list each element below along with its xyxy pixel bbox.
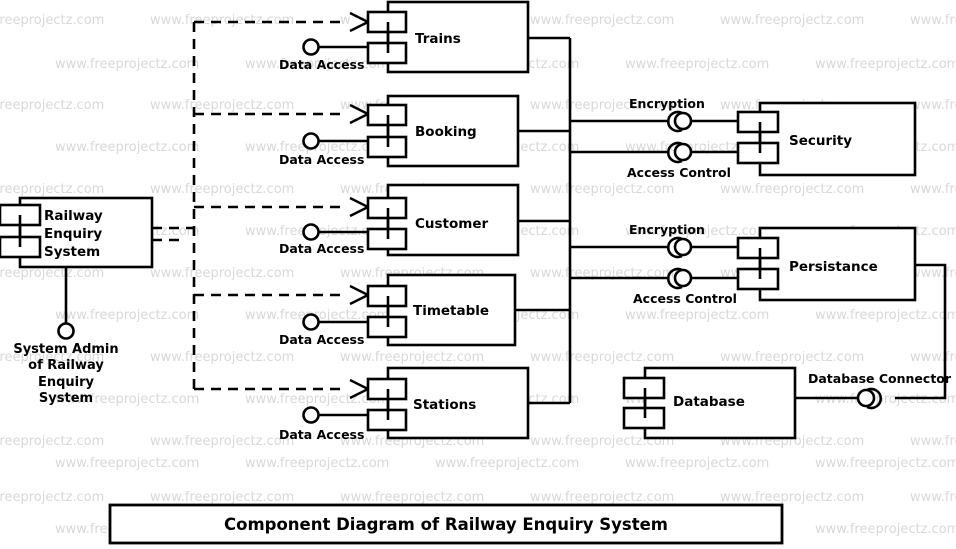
connector-access-control-persistance[interactable] bbox=[570, 267, 738, 290]
component-diagram-canvas: www.freeprojectz.comwww.freeprojectz.com… bbox=[0, 0, 956, 549]
interface-label-trains-data-access: Data Access bbox=[279, 57, 365, 72]
actor-label-line-4: System bbox=[38, 390, 94, 406]
interface-label-timetable-data-access: Data Access bbox=[279, 332, 365, 347]
connector-access-control-security[interactable] bbox=[570, 141, 738, 164]
system-name-line-2: Enquiry bbox=[44, 225, 103, 242]
component-label-customer: Customer bbox=[415, 216, 489, 232]
connector-encryption-security[interactable] bbox=[570, 110, 738, 133]
interface-label-encryption-security: Encryption bbox=[629, 96, 705, 111]
system-name-line-3: System bbox=[44, 243, 101, 260]
interface-system-admin-lollipop[interactable] bbox=[57, 267, 75, 340]
component-label-trains: Trains bbox=[415, 31, 461, 47]
actor-label-system-admin: System Admin of Railway Enquiry System bbox=[0, 342, 132, 407]
interface-timetable-data-access[interactable] bbox=[302, 313, 369, 331]
interface-customer-data-access[interactable] bbox=[302, 223, 369, 241]
interface-label-access-control-persistance: Access Control bbox=[633, 291, 737, 306]
component-label-timetable: Timetable bbox=[413, 303, 490, 319]
component-label-railway-enquiry-system: Railway Enquiry System bbox=[44, 208, 103, 261]
interface-label-booking-data-access: Data Access bbox=[279, 152, 365, 167]
actor-label-line-3: Enquiry bbox=[37, 374, 95, 390]
interface-stations-data-access[interactable] bbox=[302, 406, 369, 424]
interface-label-stations-data-access: Data Access bbox=[279, 427, 365, 442]
system-name-line-1: Railway bbox=[44, 208, 103, 224]
component-label-database: Database bbox=[673, 394, 745, 410]
interface-label-encryption-persistance: Encryption bbox=[629, 222, 705, 237]
interface-label-access-control-security: Access Control bbox=[627, 165, 731, 180]
interface-trains-data-access[interactable] bbox=[302, 38, 369, 56]
component-label-booking: Booking bbox=[415, 124, 477, 140]
component-label-security: Security bbox=[789, 133, 853, 149]
component-label-stations: Stations bbox=[413, 397, 477, 413]
diagram-caption: Component Diagram of Railway Enquiry Sys… bbox=[224, 515, 668, 534]
interface-booking-data-access[interactable] bbox=[302, 132, 369, 150]
component-label-persistance: Persistance bbox=[789, 259, 878, 275]
actor-label-line-2: of Railway bbox=[28, 358, 104, 374]
connector-database-connector[interactable] bbox=[795, 387, 883, 410]
actor-label-line-1: System Admin bbox=[13, 342, 119, 357]
interface-label-customer-data-access: Data Access bbox=[279, 241, 365, 256]
interface-label-database-connector: Database Connector bbox=[808, 371, 952, 386]
connector-encryption-persistance[interactable] bbox=[570, 236, 738, 259]
